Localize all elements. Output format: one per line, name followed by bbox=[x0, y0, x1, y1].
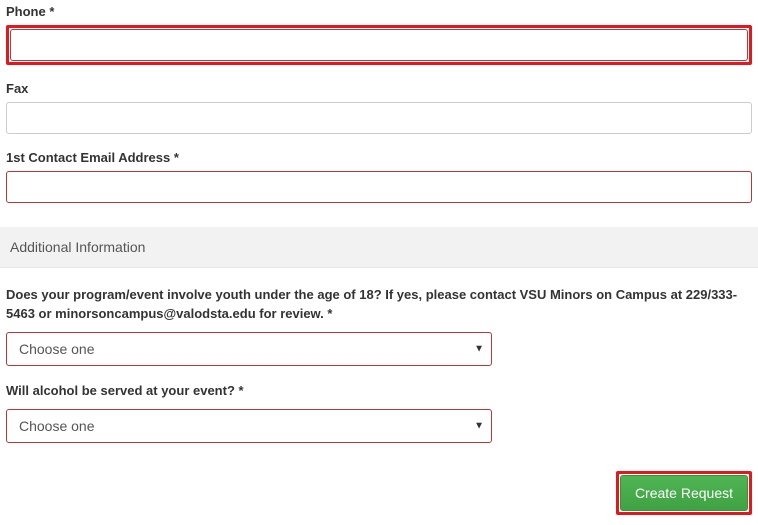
alcohol-question-label: Will alcohol be served at your event? * bbox=[6, 382, 752, 401]
youth-question-label: Does your program/event involve youth un… bbox=[6, 286, 752, 324]
fax-input[interactable] bbox=[6, 102, 752, 134]
email1-field-group: 1st Contact Email Address * bbox=[6, 150, 752, 203]
phone-field-group: Phone * bbox=[6, 4, 752, 65]
alcohol-question-group: Will alcohol be served at your event? * … bbox=[6, 382, 752, 443]
phone-highlight bbox=[6, 25, 752, 65]
create-button-highlight: Create Request bbox=[616, 471, 752, 515]
button-row: Create Request bbox=[6, 471, 752, 515]
alcohol-select-value: Choose one bbox=[19, 418, 95, 434]
alcohol-select[interactable]: Choose one bbox=[6, 409, 492, 443]
youth-select[interactable]: Choose one bbox=[6, 332, 492, 366]
fax-field-group: Fax bbox=[6, 81, 752, 134]
alcohol-select-wrap: Choose one ▼ bbox=[6, 409, 492, 443]
youth-question-group: Does your program/event involve youth un… bbox=[6, 286, 752, 366]
phone-input[interactable] bbox=[10, 29, 748, 61]
create-request-button[interactable]: Create Request bbox=[620, 475, 748, 511]
youth-select-value: Choose one bbox=[19, 341, 95, 357]
fax-label: Fax bbox=[6, 81, 752, 96]
email1-input[interactable] bbox=[6, 171, 752, 203]
phone-label: Phone * bbox=[6, 4, 752, 19]
additional-info-header: Additional Information bbox=[0, 227, 758, 268]
youth-select-wrap: Choose one ▼ bbox=[6, 332, 492, 366]
email1-label: 1st Contact Email Address * bbox=[6, 150, 752, 165]
